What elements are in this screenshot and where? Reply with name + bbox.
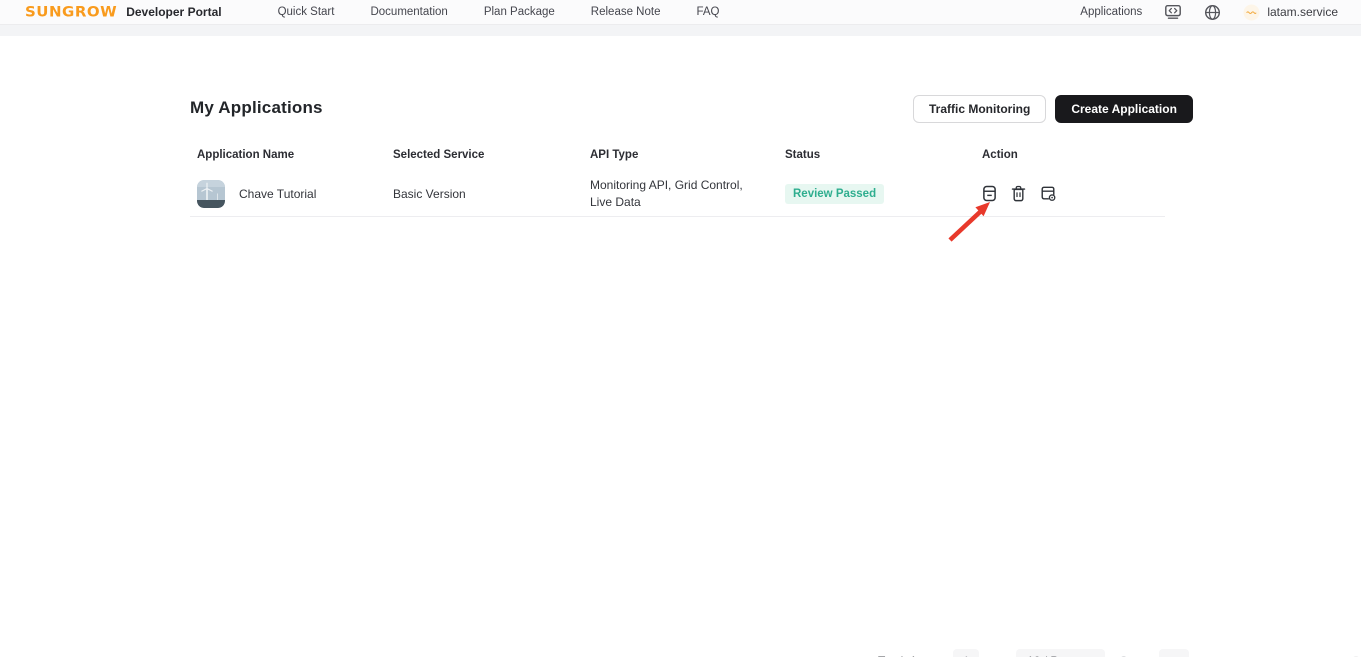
sungrow-logo: SUNGROW [25, 4, 117, 21]
application-name: Chave Tutorial [239, 187, 316, 201]
page-title: My Applications [190, 98, 323, 118]
nav-faq[interactable]: FAQ [696, 6, 719, 18]
status-badge: Review Passed [785, 184, 884, 204]
main-nav: Quick Start Documentation Plan Package R… [278, 6, 720, 18]
page-size-select[interactable]: 10 / Page ▾ [1016, 649, 1105, 657]
application-thumbnail [197, 180, 225, 208]
nav-quick-start[interactable]: Quick Start [278, 6, 335, 18]
table-header-row: Application Name Selected Service API Ty… [190, 141, 1165, 171]
application-name-cell: Chave Tutorial [190, 174, 386, 214]
page-background-band [0, 25, 1361, 36]
top-navigation-bar: SUNGROW Developer Portal Quick Start Doc… [0, 0, 1361, 25]
nav-documentation[interactable]: Documentation [370, 6, 447, 18]
table-row: Chave Tutorial Basic Version Monitoring … [190, 171, 1165, 217]
header-buttons: Traffic Monitoring Create Application [913, 95, 1193, 123]
pagination-bar: Total: 1 ‹ 1 › 10 / Page ▾ Goto [878, 648, 1189, 657]
action-cell [975, 179, 1165, 208]
traffic-monitoring-button[interactable]: Traffic Monitoring [913, 95, 1046, 123]
product-name: Developer Portal [126, 5, 221, 19]
user-avatar [1243, 4, 1260, 21]
username-label: latam.service [1267, 5, 1338, 19]
api-type-text: Monitoring API, Grid Control, Live Data [590, 177, 768, 209]
topbar-right: Applications latam.service [1080, 4, 1338, 21]
user-menu[interactable]: latam.service [1243, 4, 1338, 21]
create-application-button[interactable]: Create Application [1055, 95, 1193, 123]
nav-plan-package[interactable]: Plan Package [484, 6, 555, 18]
nav-applications[interactable]: Applications [1080, 6, 1142, 18]
code-console-icon[interactable] [1164, 4, 1182, 20]
status-cell: Review Passed [778, 178, 975, 210]
api-type-cell: Monitoring API, Grid Control, Live Data [583, 171, 778, 215]
nav-release-note[interactable]: Release Note [591, 6, 661, 18]
goto-page-input[interactable] [1159, 649, 1189, 657]
col-application-name: Application Name [190, 141, 386, 171]
col-api-type: API Type [583, 141, 778, 171]
applications-table: Application Name Selected Service API Ty… [190, 141, 1165, 217]
page-number-button[interactable]: 1 [953, 649, 979, 657]
delete-icon[interactable] [1011, 185, 1026, 202]
main-content: My Applications Traffic Monitoring Creat… [0, 36, 1361, 656]
col-action: Action [975, 141, 1165, 171]
selected-service-cell: Basic Version [386, 181, 583, 207]
col-selected-service: Selected Service [386, 141, 583, 171]
language-globe-icon[interactable] [1204, 4, 1221, 21]
col-status: Status [778, 141, 975, 171]
view-details-icon[interactable] [982, 185, 997, 202]
app-settings-icon[interactable] [1040, 185, 1056, 202]
